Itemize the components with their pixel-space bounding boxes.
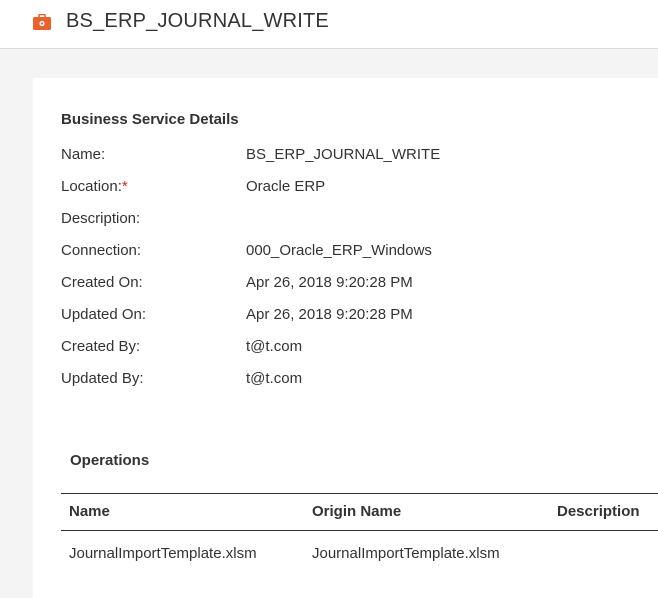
detail-value: t@t.com [246, 370, 303, 387]
detail-value: BS_ERP_JOURNAL_WRITE [246, 146, 441, 163]
detail-label: Connection: [61, 242, 142, 259]
detail-value: Oracle ERP [246, 178, 326, 195]
cell-name: JournalImportTemplate.xlsm [69, 545, 257, 562]
detail-value: Apr 26, 2018 9:20:28 PM [246, 274, 413, 291]
table-header: Name Origin Name Description [61, 493, 658, 531]
detail-label: Location:* [61, 178, 128, 195]
detail-value: t@t.com [246, 338, 303, 355]
detail-value: Apr 26, 2018 9:20:28 PM [246, 306, 413, 323]
detail-label: Updated By: [61, 370, 144, 387]
column-header-origin-name[interactable]: Origin Name [312, 503, 401, 520]
business-service-panel: Business Service Details Name: BS_ERP_JO… [33, 78, 658, 598]
column-header-name[interactable]: Name [69, 503, 110, 520]
page-header: BS_ERP_JOURNAL_WRITE [0, 0, 658, 49]
operations-title: Operations [70, 452, 150, 469]
operations-table: Name Origin Name Description JournalImpo… [61, 493, 658, 571]
detail-label: Description: [61, 210, 141, 227]
detail-label: Created By: [61, 338, 141, 355]
details-section-title: Business Service Details [61, 111, 239, 128]
detail-label: Created On: [61, 274, 143, 291]
detail-label: Updated On: [61, 306, 147, 323]
table-row[interactable]: JournalImportTemplate.xlsm JournalImport… [61, 531, 658, 571]
required-marker: * [121, 178, 128, 195]
detail-label: Name: [61, 146, 106, 163]
cell-origin-name: JournalImportTemplate.xlsm [312, 545, 500, 562]
column-header-description[interactable]: Description [557, 503, 640, 520]
page-title: BS_ERP_JOURNAL_WRITE [66, 10, 329, 32]
detail-value: 000_Oracle_ERP_Windows [246, 242, 432, 259]
briefcase-icon [33, 14, 51, 30]
